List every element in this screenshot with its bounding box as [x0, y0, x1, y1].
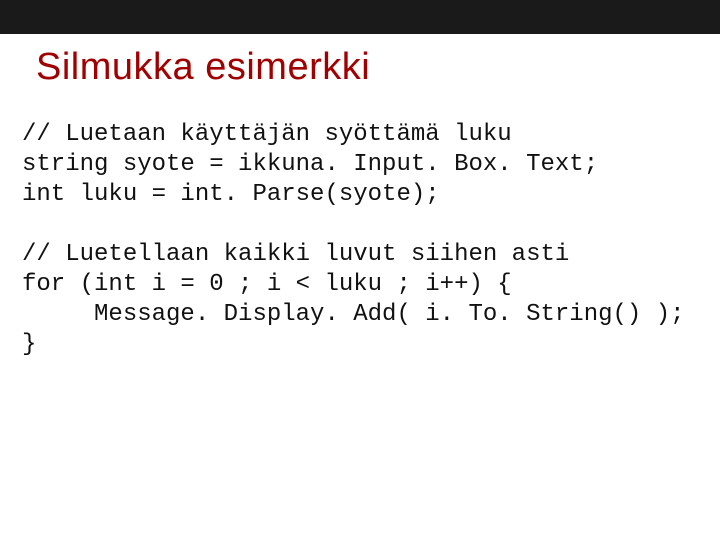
code-line: int luku = int. Parse(syote);: [22, 181, 440, 208]
top-bar: [0, 0, 720, 34]
code-line: for (int i = 0 ; i < luku ; i++) {: [22, 271, 512, 298]
code-block: // Luetaan käyttäjän syöttämä luku strin…: [22, 120, 698, 360]
code-line: }: [22, 331, 36, 358]
slide: Silmukka esimerkki // Luetaan käyttäjän …: [0, 0, 720, 540]
code-line: // Luetellaan kaikki luvut siihen asti: [22, 241, 569, 268]
code-line: // Luetaan käyttäjän syöttämä luku: [22, 121, 512, 148]
code-line: string syote = ikkuna. Input. Box. Text;: [22, 151, 598, 178]
slide-title: Silmukka esimerkki: [36, 46, 370, 89]
code-line: Message. Display. Add( i. To. String() )…: [22, 301, 685, 328]
